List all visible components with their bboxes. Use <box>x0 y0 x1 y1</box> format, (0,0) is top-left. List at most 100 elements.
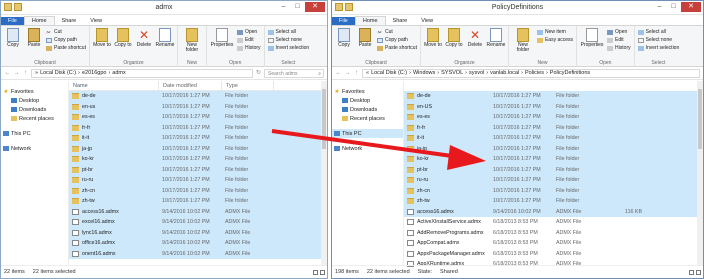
tab-home[interactable]: Home <box>354 16 386 25</box>
file-row[interactable]: ko-kr 10/17/2016 1:27 PM File folder <box>69 154 327 165</box>
nav-network[interactable]: Network <box>332 144 403 153</box>
close-button[interactable]: ✕ <box>305 2 325 12</box>
tab-view[interactable]: View <box>83 17 109 25</box>
tab-file[interactable]: File <box>1 17 24 25</box>
nav-recent-places[interactable]: Recent places <box>1 114 68 123</box>
column-type[interactable]: Type <box>222 80 274 91</box>
scrollbar-thumb[interactable] <box>698 89 702 149</box>
tab-file[interactable]: File <box>332 17 355 25</box>
file-row[interactable]: en-us 10/17/2016 1:27 PM File folder <box>69 101 327 112</box>
file-row[interactable]: pt-br 10/17/2016 1:27 PM File folder <box>404 164 703 175</box>
file-row[interactable]: en-US 10/17/2016 1:27 PM File folder <box>404 101 703 112</box>
file-row[interactable]: zh-tw 10/17/2016 1:27 PM File folder <box>404 196 703 207</box>
vertical-scrollbar[interactable] <box>697 81 703 265</box>
file-row[interactable]: fr-fr 10/17/2016 1:27 PM File folder <box>404 122 703 133</box>
breadcrumb-item[interactable]: Policies <box>525 70 544 76</box>
file-row[interactable]: fr-fr 10/17/2016 1:27 PM File folder <box>69 122 327 133</box>
file-row[interactable]: zh-tw 10/17/2016 1:27 PM File folder <box>69 196 327 207</box>
breadcrumb-item[interactable]: e2016gpo <box>82 70 106 76</box>
large-icons-view-icon[interactable] <box>696 270 701 275</box>
column-date[interactable]: Date modified <box>159 80 222 91</box>
nav-this-pc[interactable]: This PC <box>1 129 68 138</box>
file-row[interactable]: zh-cn 10/17/2016 1:27 PM File folder <box>404 185 703 196</box>
breadcrumb-item[interactable]: PolicyDefinitions <box>550 70 590 76</box>
invert-selection-button[interactable]: Invert selection <box>637 45 679 51</box>
nav-favorites[interactable]: ★ Favorites <box>1 87 68 96</box>
nav-this-pc[interactable]: This PC <box>332 129 403 138</box>
file-row[interactable]: ActiveXInstallService.admx 6/18/2013 8:53… <box>404 217 703 228</box>
breadcrumb-item[interactable]: vanlab.local <box>490 70 519 76</box>
invert-selection-button[interactable]: Invert selection <box>267 45 309 51</box>
file-row[interactable]: es-es 10/17/2016 1:27 PM File folder <box>404 112 703 123</box>
cut-button[interactable]: ✂ Cut <box>377 29 417 36</box>
file-row[interactable]: ru-ru 10/17/2016 1:27 PM File folder <box>69 175 327 186</box>
file-row[interactable]: ja-jp 10/17/2016 1:27 PM File folder <box>69 143 327 154</box>
paste-shortcut-button[interactable]: Paste shortcut <box>377 45 417 51</box>
breadcrumb-item[interactable]: Windows <box>413 70 435 76</box>
nav-desktop[interactable]: Desktop <box>332 96 403 105</box>
file-row[interactable]: office16.admx 9/14/2016 10:02 PM ADMX File <box>69 238 327 249</box>
nav-recent-places[interactable]: Recent places <box>332 114 403 123</box>
select-none-button[interactable]: Select none <box>267 37 310 43</box>
large-icons-view-icon[interactable] <box>320 270 325 275</box>
back-arrow-icon[interactable]: ← <box>335 70 342 77</box>
nav-downloads[interactable]: Downloads <box>332 105 403 114</box>
edit-button[interactable]: Edit <box>236 37 261 43</box>
nav-desktop[interactable]: Desktop <box>1 96 68 105</box>
minimize-button[interactable]: – <box>277 2 290 12</box>
file-row[interactable]: AppxPackageManager.admx 6/18/2013 8:53 PM… <box>404 249 703 260</box>
forward-arrow-icon[interactable]: → <box>344 70 351 77</box>
address-bar[interactable]: » Local Disk (C:) › e2016gpo › admx <box>31 68 253 78</box>
up-arrow-icon[interactable]: ↑ <box>22 70 29 77</box>
file-row[interactable]: de-de 10/17/2016 1:27 PM File folder <box>404 91 703 102</box>
nav-network[interactable]: Network <box>1 144 68 153</box>
breadcrumb-item[interactable]: admx <box>112 70 125 76</box>
maximize-button[interactable]: □ <box>291 2 304 12</box>
tab-view[interactable]: View <box>414 17 440 25</box>
nav-downloads[interactable]: Downloads <box>1 105 68 114</box>
column-name[interactable]: Name <box>69 80 159 91</box>
file-row[interactable]: AddRemovePrograms.admx 6/18/2013 8:53 PM A… <box>404 228 703 239</box>
details-view-icon[interactable] <box>689 270 694 275</box>
close-button[interactable]: ✕ <box>681 2 701 12</box>
file-row[interactable]: ja-jp 10/17/2016 1:27 PM File folder <box>404 143 703 154</box>
file-row[interactable]: it-it 10/17/2016 1:27 PM File folder <box>69 133 327 144</box>
open-button[interactable]: Open <box>607 29 631 35</box>
file-row[interactable]: excel16.admx 9/14/2016 10:02 PM ADMX File <box>69 217 327 228</box>
refresh-icon[interactable]: ↻ <box>255 70 262 77</box>
file-row[interactable]: es-es 10/17/2016 1:27 PM File folder <box>69 112 327 123</box>
history-button[interactable]: History <box>607 45 631 51</box>
file-row[interactable]: access16.admx 9/14/2016 10:02 PM ADMX File… <box>404 206 703 217</box>
breadcrumb-item[interactable]: SYSVOL <box>441 70 463 76</box>
file-row[interactable]: access16.admx 9/14/2016 10:02 PM ADMX File <box>69 206 327 217</box>
tab-share[interactable]: Share <box>55 17 84 25</box>
select-all-button[interactable]: Select all <box>267 29 310 35</box>
file-row[interactable]: AppCompat.admx 6/18/2013 8:53 PM ADMX File <box>404 238 703 249</box>
tab-home[interactable]: Home <box>23 16 55 25</box>
breadcrumb-item[interactable]: sysvol <box>469 70 484 76</box>
maximize-button[interactable]: □ <box>667 2 680 12</box>
file-row[interactable]: zh-cn 10/17/2016 1:27 PM File folder <box>69 185 327 196</box>
file-row[interactable]: pt-br 10/17/2016 1:27 PM File folder <box>69 164 327 175</box>
new-item-button[interactable]: New item <box>536 29 573 35</box>
tab-share[interactable]: Share <box>386 17 415 25</box>
file-row[interactable]: lync16.admx 9/14/2016 10:02 PM ADMX File <box>69 227 327 238</box>
easy-access-button[interactable]: Easy access <box>536 37 573 43</box>
copy-path-button[interactable]: Copy path <box>46 37 86 43</box>
vertical-scrollbar[interactable] <box>321 81 327 265</box>
paste-shortcut-button[interactable]: Paste shortcut <box>46 45 86 51</box>
back-arrow-icon[interactable]: ← <box>4 70 11 77</box>
file-row[interactable]: de-de 10/17/2016 1:27 PM File folder <box>69 91 327 102</box>
scrollbar-thumb[interactable] <box>322 89 326 149</box>
minimize-button[interactable]: – <box>653 2 666 12</box>
nav-favorites[interactable]: ★ Favorites <box>332 87 403 96</box>
edit-button[interactable]: Edit <box>607 37 631 43</box>
file-row[interactable]: ru-ru 10/17/2016 1:27 PM File folder <box>404 175 703 186</box>
cut-button[interactable]: ✂ Cut <box>46 29 86 36</box>
open-button[interactable]: Open <box>236 29 261 35</box>
forward-arrow-icon[interactable]: → <box>13 70 20 77</box>
history-button[interactable]: History <box>236 45 261 51</box>
file-row[interactable]: onent16.admx 9/14/2016 10:02 PM ADMX File <box>69 248 327 259</box>
breadcrumb-item[interactable]: Local Disk (C:) <box>40 70 76 76</box>
address-bar[interactable]: « Local Disk (C:) › Windows › SYSVOL › sysv… <box>362 68 700 78</box>
